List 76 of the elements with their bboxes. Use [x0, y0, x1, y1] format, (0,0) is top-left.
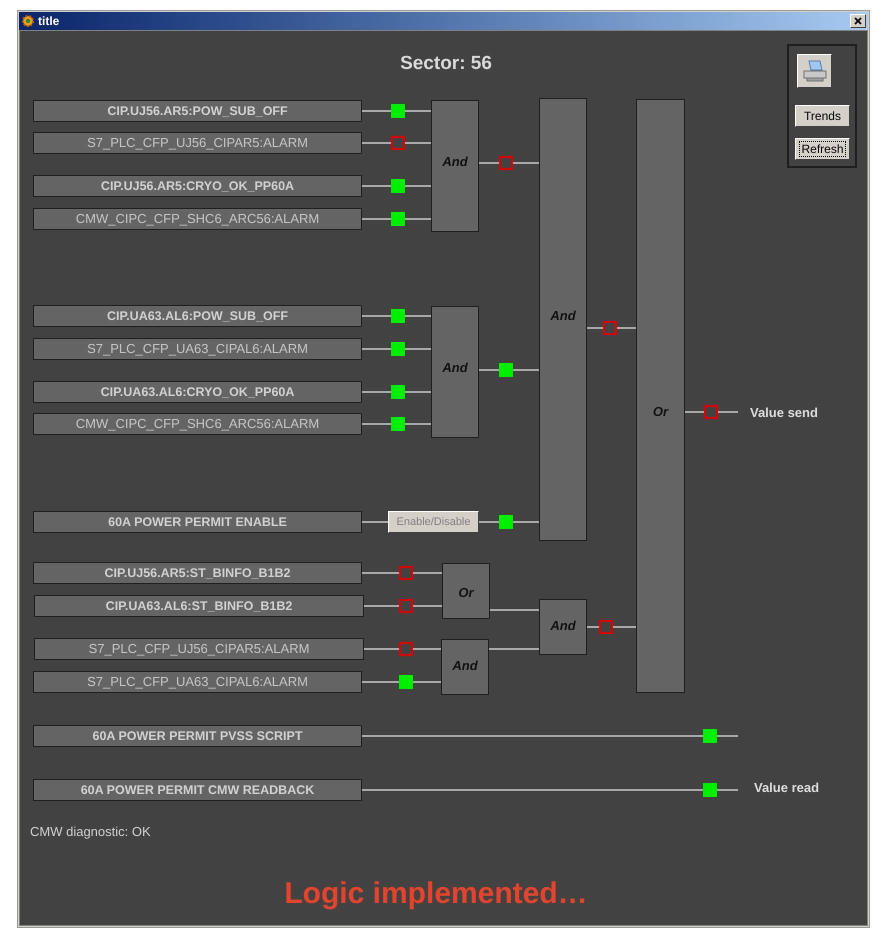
signal-label: S7_PLC_CFP_UJ56_CIPAR5:ALARM [33, 132, 362, 154]
signal-label: S7_PLC_CFP_UJ56_CIPAR5:ALARM [34, 638, 364, 660]
connector-line [717, 789, 738, 791]
signal-label: 60A POWER PERMIT CMW READBACK [33, 779, 362, 801]
connector-line [362, 218, 391, 220]
connector-line [405, 185, 431, 187]
signal-label: S7_PLC_CFP_UA63_CIPAL6:ALARM [33, 671, 362, 693]
connector-line [405, 142, 431, 144]
connector-line [362, 572, 399, 574]
signal-label: CIP.UJ56.AR5:ST_BINFO_B1B2 [33, 562, 362, 584]
logic-gate: And [431, 306, 479, 438]
connector-line [362, 348, 391, 350]
print-button[interactable] [797, 54, 832, 88]
logic-gate: And [539, 599, 587, 655]
connector-line [617, 327, 636, 329]
close-button[interactable] [850, 14, 866, 28]
signal-label: CMW_CIPC_CFP_SHC6_ARC56:ALARM [33, 413, 362, 435]
signal-label: CIP.UJ56.AR5:CRYO_OK_PP60A [33, 175, 362, 197]
connector-line [362, 681, 399, 683]
signal-label: CIP.UA63.AL6:ST_BINFO_B1B2 [34, 595, 364, 617]
note-text: Logic implemented… [283, 876, 589, 909]
signal-label: CMW_CIPC_CFP_SHC6_ARC56:ALARM [33, 208, 362, 230]
connector-line [513, 521, 539, 523]
window-title: title [38, 13, 60, 30]
connector-line [362, 423, 391, 425]
connector-line [362, 185, 391, 187]
connector-line [405, 110, 431, 112]
connector-line [413, 681, 441, 683]
signal-label: CIP.UA63.AL6:POW_SUB_OFF [33, 305, 362, 327]
connector-line [362, 110, 391, 112]
connector-line [405, 423, 431, 425]
panel-button[interactable]: Trends [795, 105, 850, 127]
connector-line [718, 411, 738, 413]
connector-line [587, 327, 603, 329]
connector-line [362, 315, 391, 317]
connector-line [587, 626, 599, 628]
connector-line [513, 369, 539, 371]
printer-icon [802, 59, 828, 83]
connector-line [413, 572, 442, 574]
logic-gate: And [441, 639, 489, 695]
connector-line [613, 626, 636, 628]
connector-line [685, 411, 704, 413]
logic-gate: And [431, 100, 479, 232]
connector-line [364, 605, 399, 607]
connector-line [362, 391, 391, 393]
connector-line [717, 735, 738, 737]
signal-label: CIP.UA63.AL6:CRYO_OK_PP60A [33, 381, 362, 403]
diagnostic-text: CMW diagnostic: OK [30, 823, 152, 839]
connector-line [413, 648, 441, 650]
connector-line [413, 605, 442, 607]
sector-heading: Sector: 56 [399, 52, 493, 74]
signal-label: CIP.UJ56.AR5:POW_SUB_OFF [33, 100, 362, 122]
connector-line [405, 348, 431, 350]
logic-gate: Or [442, 563, 490, 619]
connector-line [479, 369, 499, 371]
logic-gate: Or [636, 99, 685, 693]
connector-line [405, 315, 431, 317]
connector-line [489, 648, 539, 650]
connector-line [490, 609, 539, 611]
close-icon [854, 17, 862, 25]
connector-line [362, 142, 391, 144]
panel-button[interactable]: Refresh [795, 138, 850, 160]
connector-line [362, 521, 388, 523]
output-label: Value send [750, 404, 819, 421]
gear-icon [21, 14, 35, 28]
connector-line [405, 391, 431, 393]
connector-line [405, 218, 431, 220]
signal-label: 60A POWER PERMIT PVSS SCRIPT [33, 725, 362, 747]
logic-gate: And [539, 98, 587, 541]
connector-line [513, 162, 539, 164]
signal-label: S7_PLC_CFP_UA63_CIPAL6:ALARM [33, 338, 362, 360]
connector-line [479, 162, 499, 164]
signal-label: 60A POWER PERMIT ENABLE [33, 511, 362, 533]
connector-line [364, 648, 399, 650]
connector-line [479, 521, 499, 523]
output-label: Value read [754, 779, 820, 796]
